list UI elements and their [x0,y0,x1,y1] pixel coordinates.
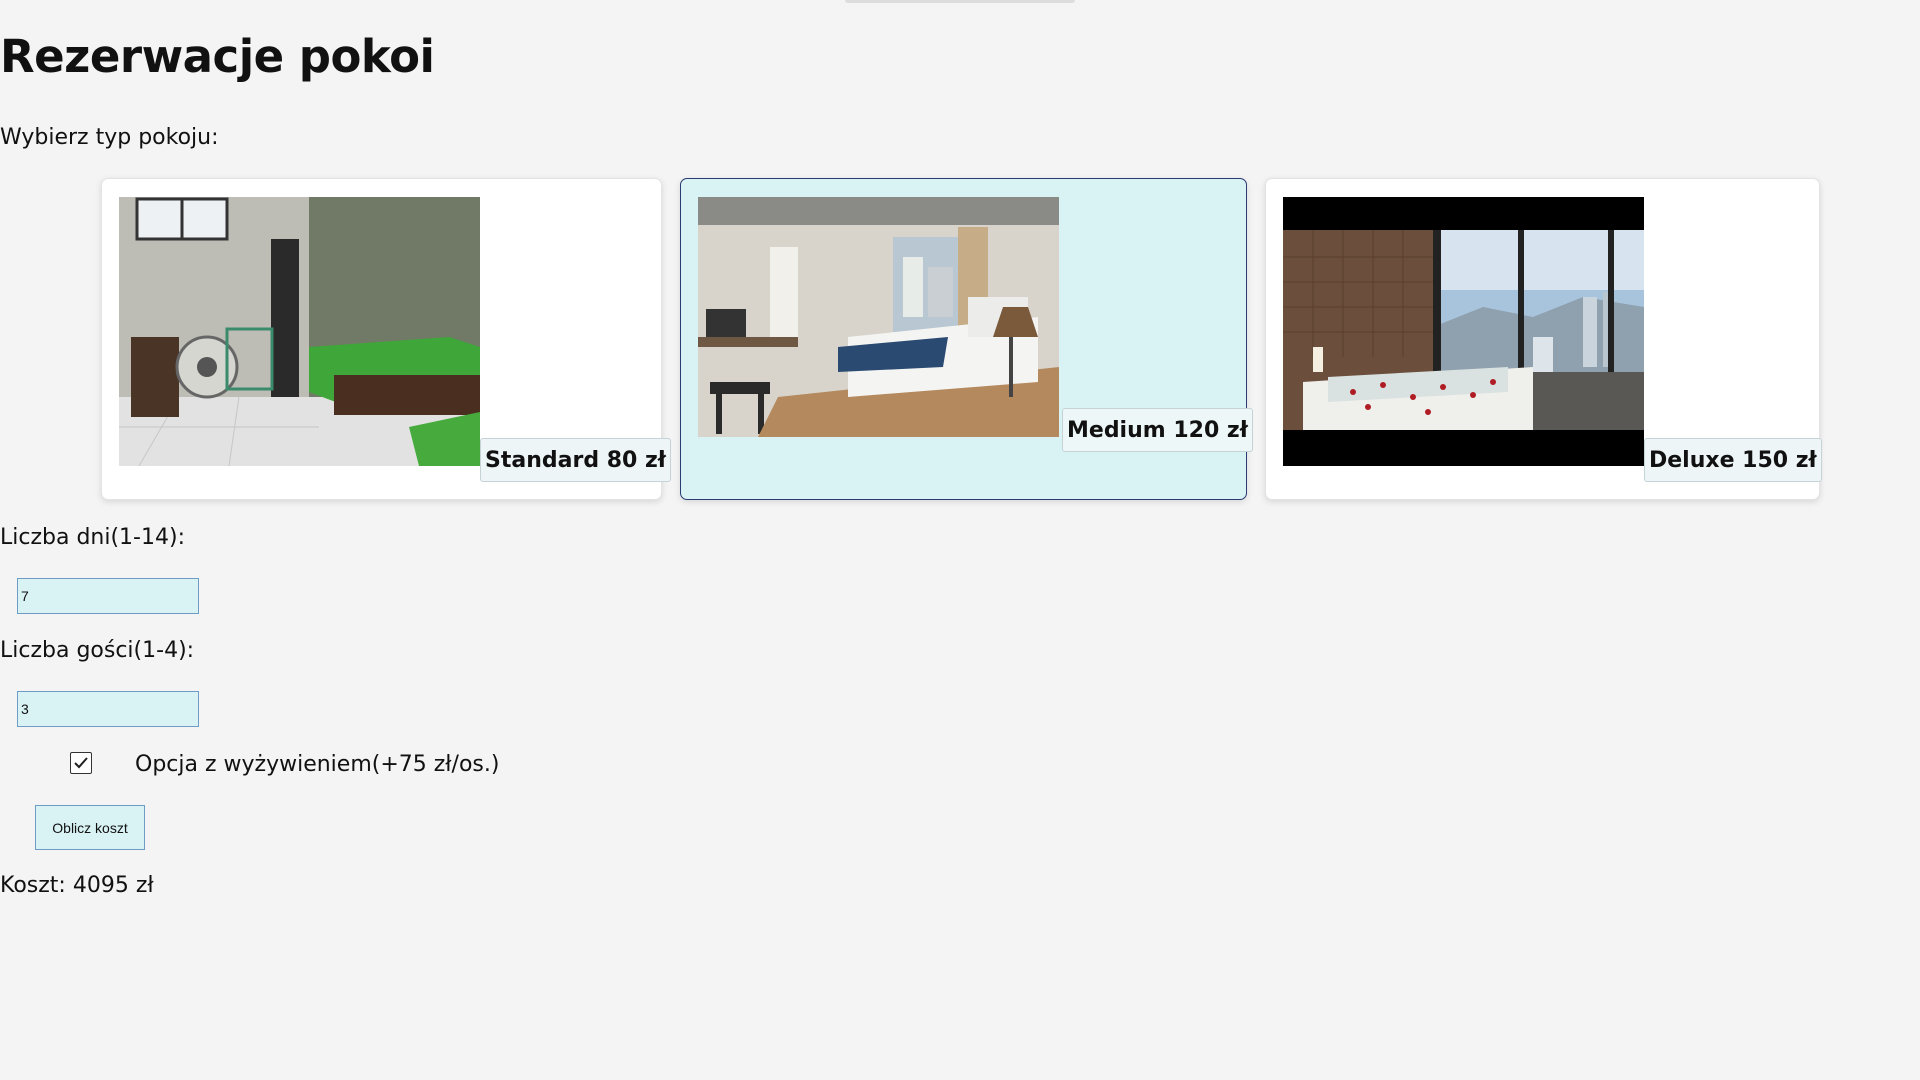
days-input[interactable] [17,578,199,614]
meal-option-label: Opcja z wyżywieniem(+75 zł/os.) [135,752,500,777]
room-card-standard[interactable]: Standard 80 zł [101,178,671,500]
room-type-label: Wybierz typ pokoju: [0,125,219,150]
days-label: Liczba dni(1-14): [0,525,185,550]
calculate-cost-button[interactable]: Oblicz koszt [35,805,145,850]
page: Rezerwacje pokoi Wybierz typ pokoju: Sta… [0,0,1920,1080]
meal-option-checkbox[interactable] [70,752,92,774]
room-price-medium: Medium 120 zł [1062,408,1253,452]
deluxe-room-photo [1283,197,1644,466]
room-card-deluxe[interactable]: Deluxe 150 zł [1265,178,1822,500]
room-price-deluxe: Deluxe 150 zł [1644,438,1822,482]
checkmark-icon [74,757,88,769]
page-title: Rezerwacje pokoi [0,30,435,83]
medium-room-photo [698,197,1059,437]
top-tab-handle [845,0,1075,3]
guests-label: Liczba gości(1-4): [0,638,195,663]
standard-room-photo [119,197,480,466]
guests-input[interactable] [17,691,199,727]
cost-result: Koszt: 4095 zł [0,873,154,898]
room-price-standard: Standard 80 zł [480,438,671,482]
room-card-medium[interactable]: Medium 120 zł [680,178,1253,500]
